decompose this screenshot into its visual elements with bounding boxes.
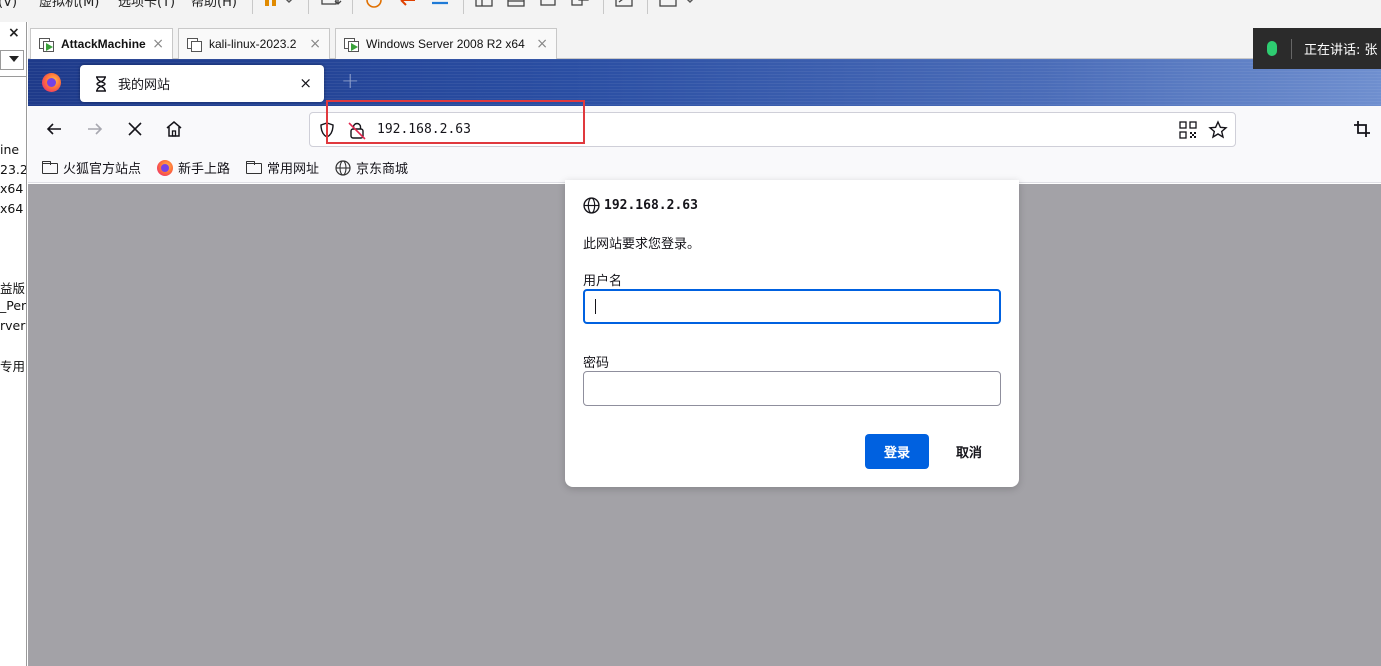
library-item[interactable]: ine	[0, 142, 19, 157]
qr-code-icon[interactable]	[1179, 121, 1197, 139]
toolbar-separator	[352, 0, 353, 14]
stretch-view-icon[interactable]	[658, 0, 698, 10]
divider	[0, 76, 26, 77]
bookmark-jd-mall[interactable]: 京东商城	[335, 158, 408, 177]
bookmarks-toolbar: 火狐官方站点 新手上路 常用网址 京东商城	[28, 152, 1381, 183]
screenshot-crop-icon[interactable]	[1352, 119, 1372, 139]
toolbar-separator	[308, 0, 309, 14]
browser-tab-my-site[interactable]: 我的网站 ×	[80, 65, 324, 102]
unity-icon[interactable]	[570, 0, 592, 10]
voice-status-text: 正在讲话: 张	[1304, 43, 1378, 58]
url-highlight-annotation	[326, 100, 585, 144]
forward-icon[interactable]	[85, 119, 105, 139]
firefox-icon	[157, 159, 173, 176]
vm-menu-view[interactable]: 查看(V)	[0, 0, 17, 10]
thumbnail-bar-icon[interactable]	[506, 0, 528, 10]
voice-indicator: 正在讲话: 张	[1253, 28, 1381, 69]
snapshot-icon[interactable]	[364, 0, 386, 10]
http-auth-dialog: 192.168.2.63 此网站要求您登录。 用户名 密码 登录 取消	[565, 180, 1019, 487]
fullscreen-icon[interactable]	[538, 0, 560, 10]
dialog-message: 此网站要求您登录。	[583, 237, 701, 252]
username-label: 用户名	[583, 274, 623, 289]
back-icon[interactable]	[44, 119, 64, 139]
library-close-icon[interactable]: ×	[8, 25, 20, 41]
password-input[interactable]	[583, 371, 1001, 406]
bookmark-firefox-official[interactable]: 火狐官方站点	[42, 158, 141, 177]
vm-library-panel: × ine 23.2 x64 x64 益版 _Per rver 专用)	[0, 22, 27, 666]
console-view-icon[interactable]	[614, 0, 636, 10]
library-item[interactable]: 23.2	[0, 162, 26, 177]
vm-menu-vm[interactable]: 虚拟机(M)	[39, 0, 99, 10]
library-item[interactable]: rver	[0, 318, 25, 333]
hourglass-icon	[96, 75, 106, 92]
firefox-tab-strip: 我的网站 × +	[28, 59, 1381, 106]
library-item[interactable]: x64	[0, 201, 23, 216]
close-tab-icon[interactable]: ×	[299, 74, 312, 92]
bookmark-star-icon[interactable]	[1208, 120, 1228, 140]
vm-icon	[187, 36, 203, 52]
vm-running-icon	[344, 36, 360, 52]
vm-tab-windows-server[interactable]: Windows Server 2008 R2 x64 ×	[335, 28, 557, 59]
vm-menubar: 查看(V) 虚拟机(M) 选项卡(T) 帮助(H)	[0, 0, 1381, 22]
globe-icon	[335, 159, 351, 176]
bookmark-common-sites[interactable]: 常用网址	[246, 158, 319, 177]
microphone-icon	[1267, 41, 1277, 56]
page-content: 192.168.2.63 此网站要求您登录。 用户名 密码 登录 取消	[28, 180, 1381, 666]
home-icon[interactable]	[164, 119, 184, 139]
stop-icon[interactable]	[125, 119, 145, 139]
firefox-view-icon[interactable]	[42, 73, 61, 92]
vm-running-icon	[39, 36, 55, 52]
library-filter-dropdown[interactable]	[0, 50, 24, 70]
toolbar-separator	[252, 0, 253, 14]
toolbar-separator	[603, 0, 604, 14]
chevron-down-icon	[9, 56, 19, 62]
vm-tab-attackmachine[interactable]: AttackMachine ×	[30, 28, 173, 59]
library-item[interactable]: x64	[0, 181, 23, 196]
cancel-button[interactable]: 取消	[937, 434, 1001, 469]
tab-title: 我的网站	[118, 78, 171, 93]
send-keys-icon[interactable]	[320, 0, 344, 10]
close-icon[interactable]: ×	[152, 36, 164, 52]
revert-snapshot-icon[interactable]	[397, 0, 419, 10]
close-icon[interactable]: ×	[309, 36, 321, 52]
toolbar-separator	[463, 0, 464, 14]
password-label: 密码	[583, 356, 610, 371]
close-icon[interactable]: ×	[536, 36, 548, 52]
globe-icon	[583, 197, 600, 214]
library-item[interactable]: _Per	[0, 298, 26, 313]
dialog-origin: 192.168.2.63	[583, 197, 698, 214]
text-caret	[595, 299, 596, 314]
show-library-icon[interactable]	[474, 0, 496, 10]
snapshot-manager-icon[interactable]	[430, 0, 452, 10]
firefox-nav-bar: 192.168.2.63	[28, 100, 1381, 152]
folder-icon	[246, 161, 262, 174]
vm-menu-tabs[interactable]: 选项卡(T)	[118, 0, 175, 10]
bookmark-getting-started[interactable]: 新手上路	[157, 158, 230, 177]
vm-tab-bar: AttackMachine × kali-linux-2023.2 × Wind…	[28, 22, 1381, 59]
vm-menu-help[interactable]: 帮助(H)	[191, 0, 237, 10]
library-item[interactable]: 专用)	[0, 356, 26, 375]
username-input[interactable]	[583, 289, 1001, 324]
vm-tab-kali[interactable]: kali-linux-2023.2 ×	[178, 28, 330, 59]
folder-icon	[42, 161, 58, 174]
login-button[interactable]: 登录	[865, 434, 929, 469]
new-tab-button[interactable]: +	[341, 69, 359, 94]
pause-icon[interactable]	[263, 0, 295, 10]
library-item[interactable]: 益版	[0, 278, 25, 297]
toolbar-separator	[647, 0, 648, 14]
